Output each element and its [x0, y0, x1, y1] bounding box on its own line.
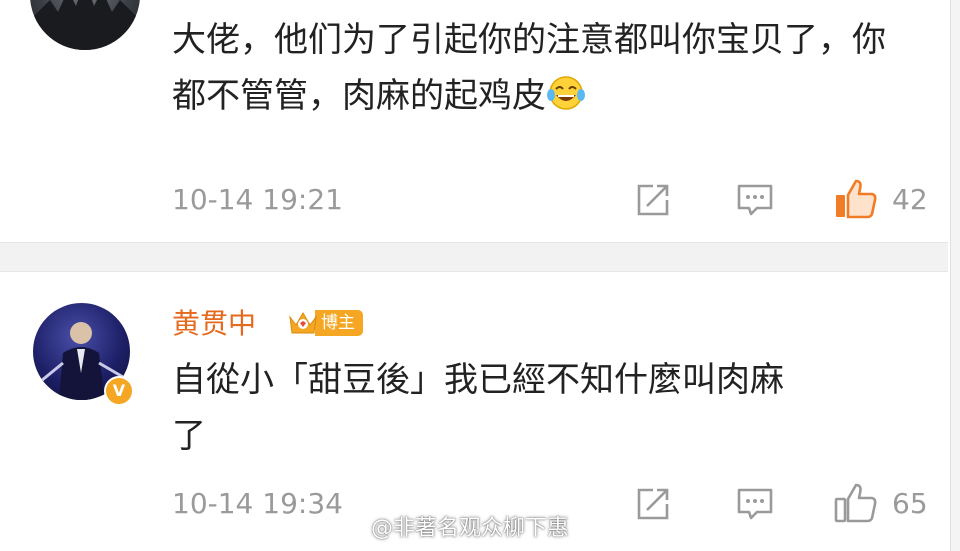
like-count: 65 [892, 487, 928, 520]
reply-button[interactable] [735, 484, 775, 524]
crown-icon [289, 312, 317, 334]
comment-timestamp: 10-14 19:21 [172, 183, 343, 216]
reply-button[interactable] [735, 180, 775, 220]
share-icon [637, 488, 669, 520]
like-icon [836, 179, 877, 219]
weibo-icon [336, 516, 363, 537]
reply-icon [737, 488, 773, 520]
like-button[interactable] [834, 177, 877, 219]
comment-timestamp: 10-14 19:34 [172, 487, 343, 520]
like-button[interactable] [834, 481, 877, 523]
comment-text: 大佬，他们为了引起你的注意都叫你宝贝了，你都不管管，肉麻的起鸡皮 [172, 20, 886, 116]
comment-text: 自從小「甜豆後」我已經不知什麼叫肉麻 了 [172, 360, 784, 456]
scrollbar[interactable] [950, 0, 960, 551]
username[interactable]: 黄贯中 [172, 304, 256, 344]
share-button[interactable] [633, 180, 673, 220]
laughing-tears-emoji-icon [547, 76, 585, 110]
share-icon [637, 184, 669, 216]
like-count: 42 [892, 183, 928, 216]
like-icon [834, 483, 877, 523]
comment-separator [0, 242, 948, 272]
share-button[interactable] [633, 484, 673, 524]
watermark: @非著名观众柳下惠 [335, 510, 569, 542]
host-badge: 博主 [287, 307, 363, 339]
watermark-text: @非著名观众柳下惠 [371, 516, 570, 541]
host-badge-label: 博主 [315, 310, 363, 336]
reply-icon [737, 184, 773, 216]
verified-badge: V [104, 376, 134, 406]
